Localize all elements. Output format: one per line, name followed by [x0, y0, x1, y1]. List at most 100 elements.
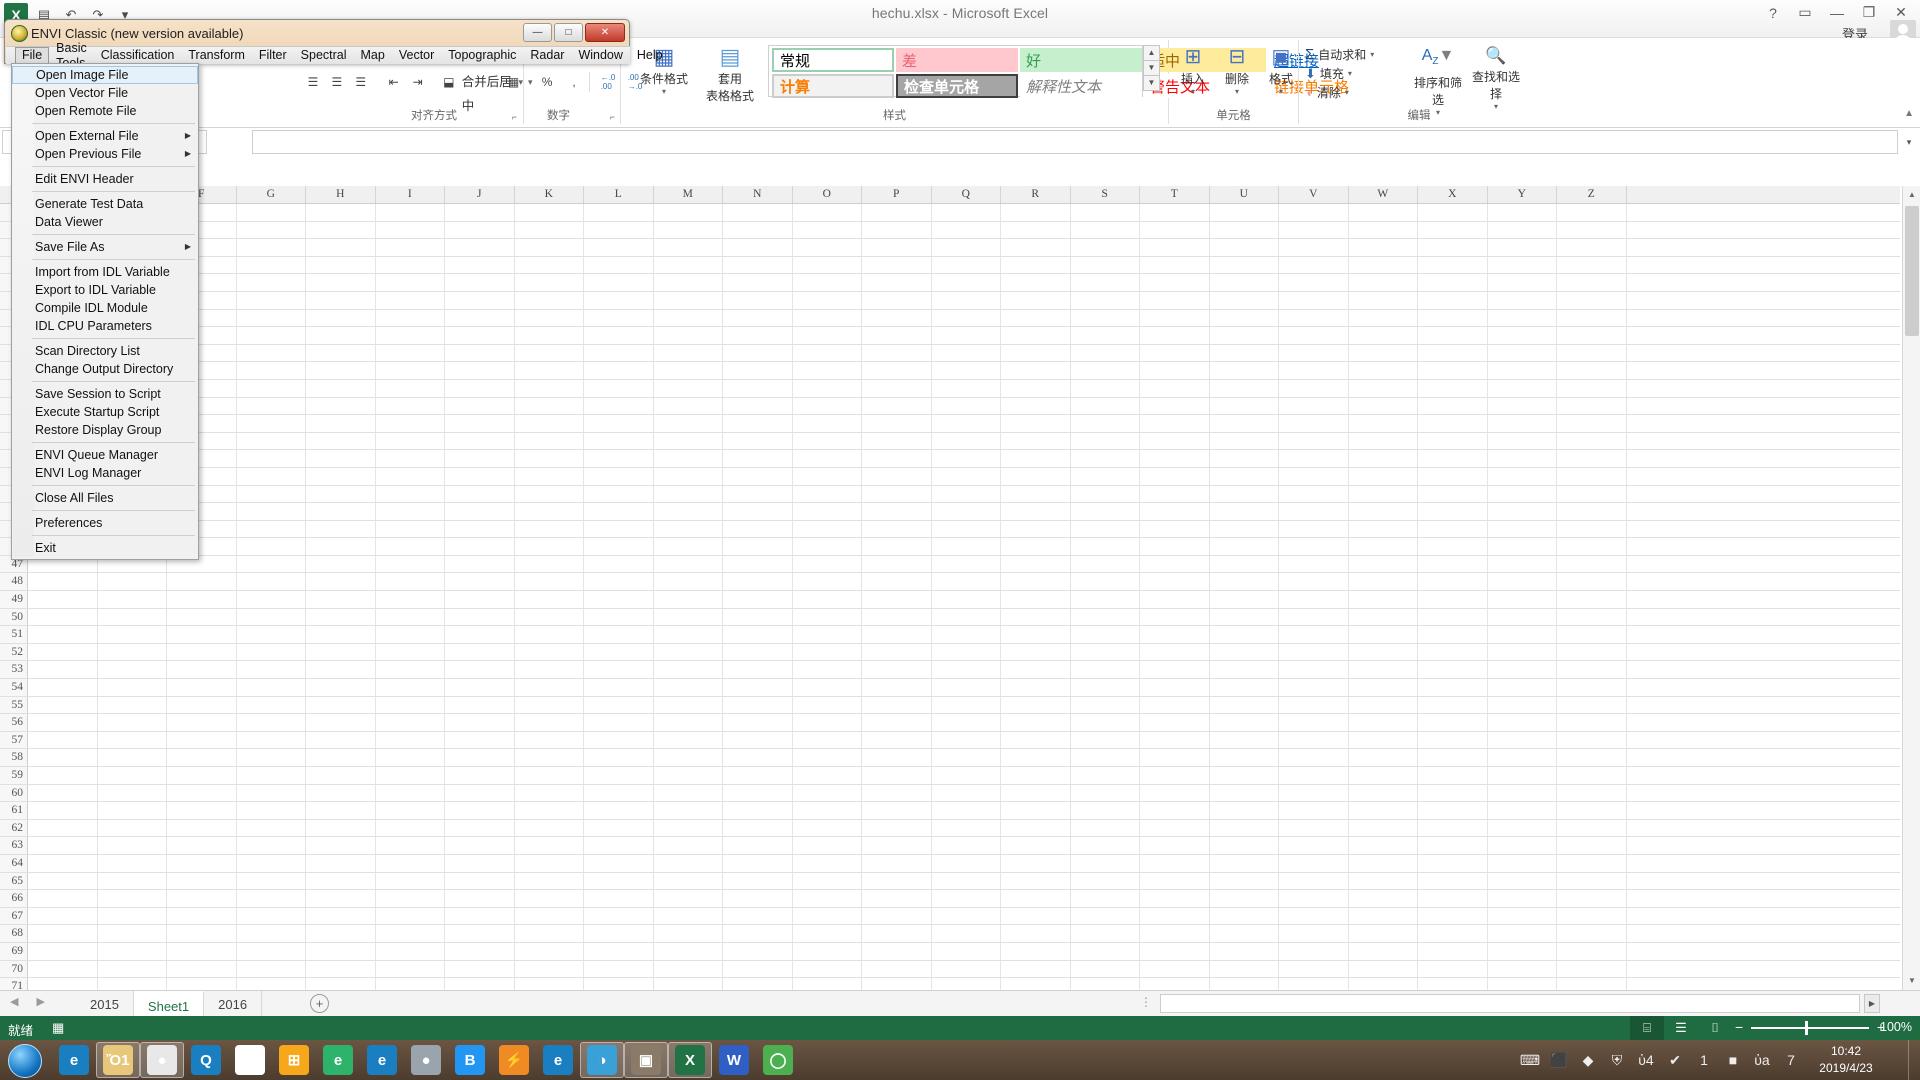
grid-cell[interactable]	[723, 327, 793, 344]
grid-cell[interactable]	[1418, 644, 1488, 661]
grid-cell[interactable]	[167, 925, 237, 942]
grid-cell[interactable]	[723, 362, 793, 379]
grid-cell[interactable]	[1279, 855, 1349, 872]
grid-cell[interactable]	[862, 609, 932, 626]
grid-cell[interactable]	[862, 661, 932, 678]
grid-cell[interactable]	[862, 292, 932, 309]
grid-cell[interactable]	[515, 697, 585, 714]
grid-cell[interactable]	[654, 714, 724, 731]
envi-file-menu-dropdown[interactable]: Open Image FileOpen Vector FileOpen Remo…	[11, 63, 199, 560]
grid-cell[interactable]	[1140, 609, 1210, 626]
grid-cell[interactable]	[98, 609, 168, 626]
grid-cell[interactable]	[167, 802, 237, 819]
grid-cell[interactable]	[1557, 204, 1627, 221]
grid-cell[interactable]	[932, 785, 1002, 802]
grid-cell[interactable]	[1418, 890, 1488, 907]
grid-cell[interactable]	[932, 644, 1002, 661]
grid-cell[interactable]	[1557, 345, 1627, 362]
menu-item-preferences[interactable]: Preferences	[12, 514, 198, 532]
grid-cell[interactable]	[1140, 292, 1210, 309]
grid-cell[interactable]	[1210, 890, 1280, 907]
sheet-tab-2016[interactable]: 2016	[204, 991, 262, 1017]
grid-cell[interactable]	[1488, 204, 1558, 221]
grid-cell[interactable]	[376, 925, 446, 942]
menu-filter[interactable]: Filter	[252, 47, 294, 64]
grid-cell[interactable]	[376, 433, 446, 450]
grid-cell[interactable]	[237, 538, 307, 555]
grid-cell[interactable]	[306, 626, 376, 643]
grid-cell[interactable]	[862, 714, 932, 731]
grid-cell[interactable]	[237, 679, 307, 696]
grid-cell[interactable]	[1488, 873, 1558, 890]
grid-cell[interactable]	[1279, 785, 1349, 802]
grid-cell[interactable]	[1001, 626, 1071, 643]
increase-indent-button[interactable]: ⇥	[407, 70, 429, 94]
grid-cell[interactable]	[515, 925, 585, 942]
chevron-down-icon[interactable]: ▾	[1173, 87, 1213, 96]
grid-cell[interactable]	[862, 591, 932, 608]
grid-cell[interactable]	[932, 609, 1002, 626]
grid-cell[interactable]	[28, 644, 98, 661]
grid-cell[interactable]	[1001, 767, 1071, 784]
grid-cell[interactable]	[584, 398, 654, 415]
grid-cell[interactable]	[654, 538, 724, 555]
grid-cell[interactable]	[376, 802, 446, 819]
grid-cell[interactable]	[1071, 486, 1141, 503]
grid-cell[interactable]	[515, 609, 585, 626]
grid-cell[interactable]	[1418, 591, 1488, 608]
grid-cell[interactable]	[654, 573, 724, 590]
hscroll-right-button[interactable]: ▶	[1864, 994, 1880, 1013]
grid-cell[interactable]	[1557, 943, 1627, 960]
grid-cell[interactable]	[1349, 626, 1419, 643]
grid-cell[interactable]	[1488, 697, 1558, 714]
grid-cell[interactable]	[862, 468, 932, 485]
grid-cell[interactable]	[654, 820, 724, 837]
grid-cell[interactable]	[1140, 855, 1210, 872]
grid-cell[interactable]	[1279, 609, 1349, 626]
cell-styles-gallery[interactable]: 常规差好适中超链接计算检查单元格解释性文本警告文本链接单元格	[768, 45, 1143, 97]
grid-cell[interactable]	[1140, 362, 1210, 379]
grid-cell[interactable]	[1001, 310, 1071, 327]
envi-maximize-button[interactable]: □	[554, 23, 583, 42]
grid-cell[interactable]	[932, 626, 1002, 643]
grid-cell[interactable]	[1488, 626, 1558, 643]
grid-cell[interactable]	[1557, 274, 1627, 291]
grid-cell[interactable]	[1557, 433, 1627, 450]
grid-cell[interactable]	[1418, 415, 1488, 432]
grid-cell[interactable]	[445, 802, 515, 819]
grid-cell[interactable]	[1071, 222, 1141, 239]
grid-cell[interactable]	[167, 943, 237, 960]
grid-cell[interactable]	[1071, 573, 1141, 590]
grid-cell[interactable]	[1557, 556, 1627, 573]
grid-cell[interactable]	[793, 820, 863, 837]
grid-cell[interactable]	[932, 310, 1002, 327]
grid-cell[interactable]	[584, 274, 654, 291]
grid-cell[interactable]	[1140, 538, 1210, 555]
grid-cell[interactable]	[98, 573, 168, 590]
grid-cell[interactable]	[515, 837, 585, 854]
grid-cell[interactable]	[306, 556, 376, 573]
find-select-button[interactable]: 🔍 查找和选择 ▾	[1467, 44, 1525, 111]
grid-cell[interactable]	[723, 503, 793, 520]
grid-cell[interactable]	[98, 644, 168, 661]
grid-cell[interactable]	[1210, 486, 1280, 503]
menu-item-generate-test-data[interactable]: Generate Test Data	[12, 195, 198, 213]
grid-cell[interactable]	[723, 925, 793, 942]
grid-cell[interactable]	[932, 433, 1002, 450]
currency-icon[interactable]: ▦	[501, 70, 526, 94]
grid-cell[interactable]	[306, 538, 376, 555]
grid-cell[interactable]	[98, 943, 168, 960]
grid-cell[interactable]	[584, 785, 654, 802]
grid-cell[interactable]	[1418, 943, 1488, 960]
grid-cell[interactable]	[1071, 398, 1141, 415]
grid-cell[interactable]	[1140, 820, 1210, 837]
grid-cell[interactable]	[1140, 450, 1210, 467]
grid-cell[interactable]	[515, 591, 585, 608]
grid-cell[interactable]	[654, 626, 724, 643]
grid-cell[interactable]	[1210, 714, 1280, 731]
grid-cell[interactable]	[1418, 345, 1488, 362]
table-row[interactable]: 58	[0, 749, 1900, 767]
grid-cell[interactable]	[932, 573, 1002, 590]
grid-cell[interactable]	[1279, 398, 1349, 415]
grid-cell[interactable]	[723, 697, 793, 714]
